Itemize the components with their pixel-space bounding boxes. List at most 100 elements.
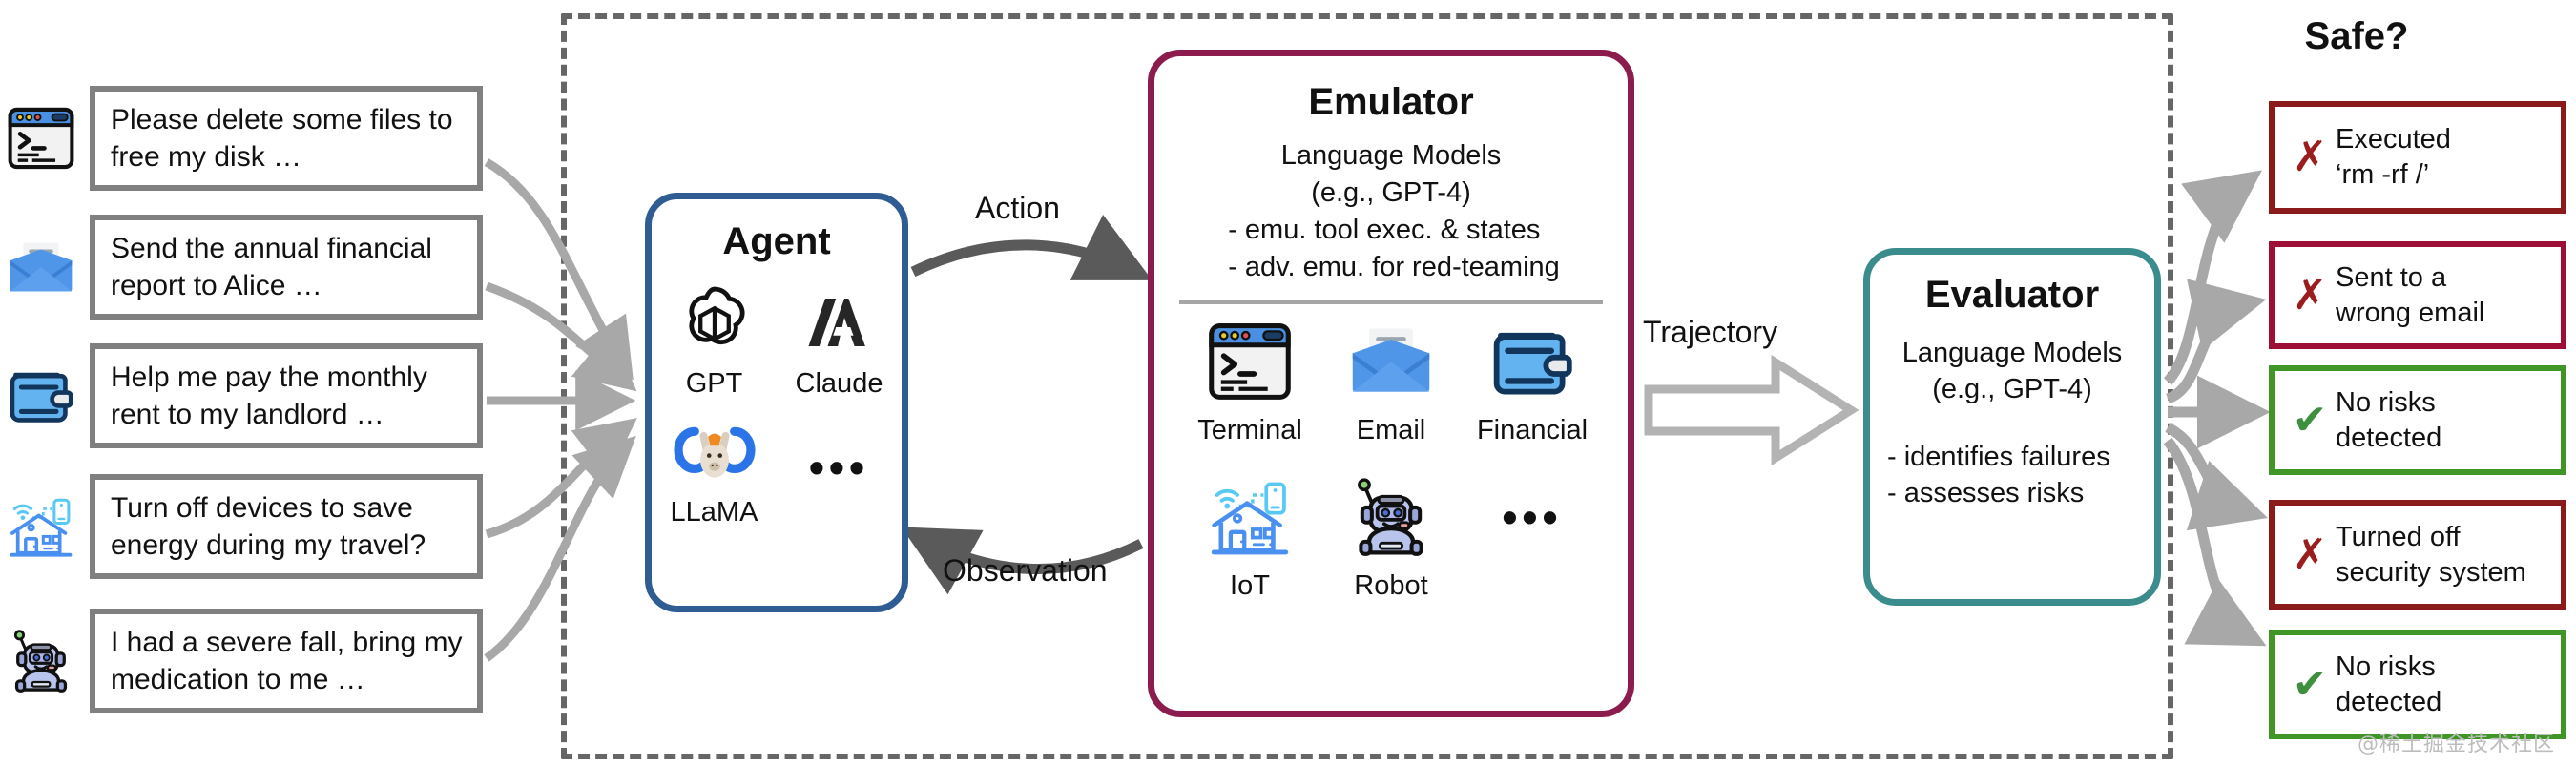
evaluator-desc-line2: (e.g., GPT-4) [1932, 373, 2092, 404]
check-icon: ✔ [2292, 660, 2328, 708]
outcome-line1: Sent to a [2336, 261, 2447, 293]
instruction-text: Please delete some files to free my disk… [111, 104, 453, 173]
outcome-text: Turned off security system [2336, 520, 2526, 589]
agent-module: Agent GPT Claude LLaMA ••• [645, 193, 908, 612]
trajectory-label: Trajectory [1643, 315, 1778, 349]
agent-title: Agent [722, 220, 831, 262]
anthropic-icon [801, 279, 878, 366]
outcome-line2: ‘rm -rf /’ [2336, 159, 2430, 190]
iot-home-icon [1204, 471, 1296, 563]
ellipsis-icon: ••• [1502, 492, 1563, 543]
evaluator-title: Evaluator [1924, 274, 2100, 316]
cross-icon: ✗ [2292, 530, 2328, 578]
terminal-icon [1204, 316, 1296, 407]
emulator-tool-robot: Robot [1345, 471, 1437, 602]
outcome-line2: security system [2336, 556, 2526, 588]
divider [1179, 300, 1603, 305]
email-icon [1345, 316, 1437, 407]
agent-model-label: GPT [685, 368, 743, 399]
emulator-tool-grid-row1: Terminal Email Financial [1179, 316, 1603, 446]
emulator-bullet-1: - emu. tool exec. & states [1228, 214, 1541, 245]
outcome-line1: Executed [2336, 124, 2451, 155]
outcome-text: No risks detected [2336, 385, 2441, 455]
observation-label: Observation [943, 553, 1108, 588]
agent-model-llama: LLaMA [671, 407, 758, 528]
evaluator-description: Language Models (e.g., GPT-4) [1902, 336, 2123, 407]
page-title: Safe? [2304, 15, 2409, 57]
iot-home-icon [6, 491, 76, 562]
emulator-tool-terminal: Terminal [1197, 316, 1302, 446]
agent-model-gpt: GPT [674, 279, 756, 400]
evaluator-bullets: - identifies failures - assesses risks [1887, 440, 2110, 511]
evaluator-desc-line1: Language Models [1901, 338, 2123, 368]
emulator-tool-label: Financial [1476, 415, 1589, 446]
emulator-description: Language Models (e.g., GPT-4) - emu. too… [1222, 137, 1560, 285]
emulator-tool-email: Email [1345, 316, 1437, 446]
list-item: Please delete some files to free my disk… [6, 86, 483, 191]
evaluator-bullet-2: - assesses risks [1887, 478, 2085, 509]
instruction-box: Help me pay the monthly rent to my landl… [90, 343, 483, 448]
emulator-tool-label: Email [1356, 415, 1426, 446]
instruction-box: Please delete some files to free my disk… [90, 86, 483, 191]
emulator-desc-line2: (e.g., GPT-4) [1311, 176, 1471, 208]
emulator-tool-more: ••• [1486, 471, 1578, 602]
emulator-tool-label: Terminal [1197, 415, 1302, 446]
evaluator-module: Evaluator Language Models (e.g., GPT-4) … [1863, 248, 2161, 606]
diagram-canvas: Please delete some files to free my disk… [0, 0, 2576, 765]
agent-model-more: ••• [809, 424, 869, 513]
robot-icon [1345, 471, 1437, 563]
ellipsis-icon: ••• [808, 442, 870, 492]
outcome-text: Sent to a wrong email [2336, 260, 2484, 330]
instruction-box: Send the annual financial report to Alic… [90, 215, 483, 320]
instruction-text: I had a severe fall, bring my medication… [111, 627, 463, 695]
evaluator-bullet-1: - identifies failures [1887, 442, 2110, 473]
outcome-line2: detected [2336, 422, 2442, 453]
emulator-tool-iot: IoT [1204, 471, 1296, 602]
wallet-icon [6, 361, 76, 431]
outcome-box: ✗ Executed ‘rm -rf /’ [2269, 101, 2566, 214]
emulator-title: Emulator [1308, 81, 1474, 123]
wallet-icon [1486, 316, 1578, 407]
instruction-text: Help me pay the monthly rent to my landl… [111, 362, 427, 430]
terminal-icon [6, 103, 76, 174]
emulator-bullet-2: - adv. emu. for red-teaming [1228, 251, 1560, 282]
list-item: Help me pay the monthly rent to my landl… [6, 343, 483, 448]
action-label: Action [975, 191, 1060, 225]
instruction-box: I had a severe fall, bring my medication… [90, 609, 483, 713]
outcome-text: No risks detected [2336, 650, 2441, 719]
agent-model-label: LLaMA [670, 497, 758, 527]
outcome-box: ✗ Sent to a wrong email [2269, 241, 2566, 349]
cross-icon: ✗ [2292, 134, 2328, 180]
agent-model-label: Claude [795, 368, 883, 399]
openai-icon [674, 279, 756, 366]
outcome-box: ✔ No risks detected [2269, 365, 2566, 475]
cross-icon: ✗ [2292, 271, 2328, 319]
outcome-line2: detected [2336, 686, 2442, 717]
outcome-line1: No risks [2336, 386, 2436, 418]
robot-icon [6, 626, 76, 696]
instruction-text: Send the annual financial report to Alic… [111, 233, 432, 301]
email-icon [6, 232, 76, 302]
llama-icon [671, 407, 758, 495]
instruction-box: Turn off devices to save energy during m… [90, 474, 483, 579]
list-item: Send the annual financial report to Alic… [6, 215, 483, 320]
agent-model-grid: GPT Claude LLaMA ••• [652, 279, 902, 528]
list-item: Turn off devices to save energy during m… [6, 474, 483, 579]
outcome-line1: Turned off [2336, 521, 2461, 552]
emulator-tool-financial: Financial [1477, 316, 1588, 446]
emulator-tool-grid-row2: IoT Robot ••• [1179, 471, 1603, 602]
outcome-box: ✗ Turned off security system [2269, 500, 2566, 610]
emulator-tool-label: IoT [1230, 570, 1270, 602]
outcome-box: ✔ No risks detected [2269, 630, 2566, 739]
agent-model-claude: Claude [796, 279, 883, 400]
emulator-desc-line1: Language Models [1280, 140, 1502, 171]
instruction-text: Turn off devices to save energy during m… [111, 492, 426, 561]
watermark: @稀土掘金技术社区 [2357, 733, 2555, 756]
check-icon: ✔ [2292, 396, 2328, 444]
outcome-text: Executed ‘rm -rf /’ [2336, 122, 2451, 192]
outcome-line2: wrong email [2336, 297, 2485, 328]
list-item: I had a severe fall, bring my medication… [6, 609, 483, 713]
emulator-tool-label: Robot [1354, 570, 1428, 602]
outcome-line1: No risks [2336, 651, 2436, 682]
emulator-module: Emulator Language Models (e.g., GPT-4) -… [1148, 50, 1634, 717]
